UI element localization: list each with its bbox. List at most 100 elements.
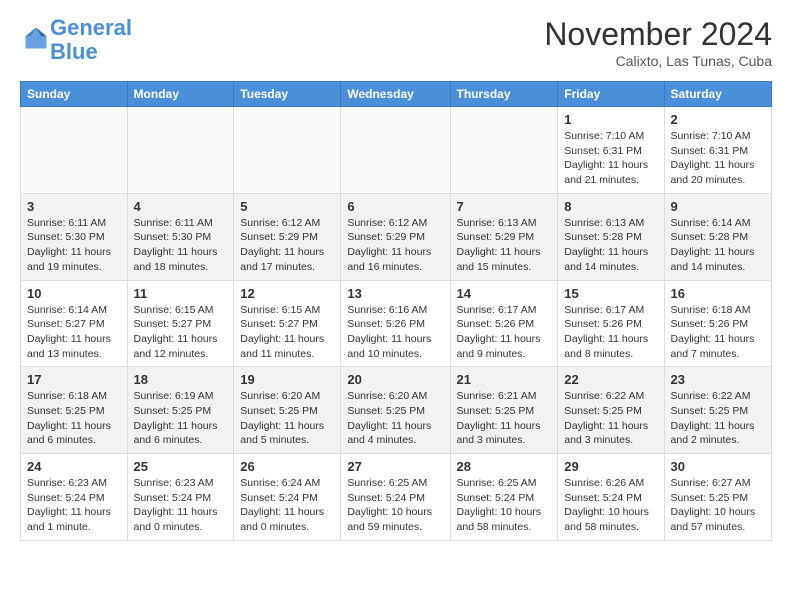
day-info: Sunrise: 6:25 AMSunset: 5:24 PMDaylight:… bbox=[347, 476, 443, 535]
day-number: 23 bbox=[671, 372, 765, 387]
calendar-cell: 1 Sunrise: 7:10 AMSunset: 6:31 PMDaylight… bbox=[558, 107, 664, 194]
calendar-header: Sunday Monday Tuesday Wednesday Thursday… bbox=[21, 82, 772, 107]
day-number: 2 bbox=[671, 112, 765, 127]
calendar-cell: 14 Sunrise: 6:17 AMSunset: 5:26 PMDayligh… bbox=[450, 280, 558, 367]
calendar-cell: 18 Sunrise: 6:19 AMSunset: 5:25 PMDayligh… bbox=[127, 367, 234, 454]
calendar-cell: 15Sunrise: 6:17 AMSunset: 5:26 PMDayligh… bbox=[558, 280, 664, 367]
calendar-cell: 9 Sunrise: 6:14 AMSunset: 5:28 PMDaylight… bbox=[664, 193, 771, 280]
day-number: 7 bbox=[457, 199, 552, 214]
calendar-week-4: 17Sunrise: 6:18 AMSunset: 5:25 PMDayligh… bbox=[21, 367, 772, 454]
day-info: Sunrise: 6:21 AMSunset: 5:25 PMDaylight:… bbox=[457, 389, 552, 448]
day-info: Sunrise: 6:24 AMSunset: 5:24 PMDaylight:… bbox=[240, 476, 334, 535]
calendar-cell: 5 Sunrise: 6:12 AMSunset: 5:29 PMDaylight… bbox=[234, 193, 341, 280]
calendar-cell: 27 Sunrise: 6:25 AMSunset: 5:24 PMDayligh… bbox=[341, 454, 450, 541]
day-info: Sunrise: 6:12 AMSunset: 5:29 PMDaylight:… bbox=[240, 216, 334, 275]
logo: General Blue bbox=[20, 16, 132, 64]
day-info: Sunrise: 6:11 AMSunset: 5:30 PMDaylight:… bbox=[134, 216, 228, 275]
calendar-cell: 24Sunrise: 6:23 AMSunset: 5:24 PMDayligh… bbox=[21, 454, 128, 541]
day-info: Sunrise: 6:18 AMSunset: 5:26 PMDaylight:… bbox=[671, 303, 765, 362]
calendar-week-5: 24Sunrise: 6:23 AMSunset: 5:24 PMDayligh… bbox=[21, 454, 772, 541]
header-wednesday: Wednesday bbox=[341, 82, 450, 107]
calendar-cell: 28 Sunrise: 6:25 AMSunset: 5:24 PMDayligh… bbox=[450, 454, 558, 541]
day-info: Sunrise: 6:11 AMSunset: 5:30 PMDaylight:… bbox=[27, 216, 121, 275]
day-number: 5 bbox=[240, 199, 334, 214]
calendar-cell: 6Sunrise: 6:12 AMSunset: 5:29 PMDaylight… bbox=[341, 193, 450, 280]
calendar-cell bbox=[234, 107, 341, 194]
day-info: Sunrise: 6:13 AMSunset: 5:29 PMDaylight:… bbox=[457, 216, 552, 275]
day-number: 15 bbox=[564, 286, 657, 301]
calendar-cell: 8 Sunrise: 6:13 AMSunset: 5:28 PMDaylight… bbox=[558, 193, 664, 280]
calendar-cell bbox=[341, 107, 450, 194]
logo-icon bbox=[22, 24, 50, 52]
calendar-table: Sunday Monday Tuesday Wednesday Thursday… bbox=[20, 81, 772, 541]
header-thursday: Thursday bbox=[450, 82, 558, 107]
header-sunday: Sunday bbox=[21, 82, 128, 107]
day-number: 13 bbox=[347, 286, 443, 301]
calendar-cell bbox=[127, 107, 234, 194]
calendar-cell bbox=[21, 107, 128, 194]
day-info: Sunrise: 6:17 AMSunset: 5:26 PMDaylight:… bbox=[457, 303, 552, 362]
calendar-cell: 2 Sunrise: 7:10 AMSunset: 6:31 PMDaylight… bbox=[664, 107, 771, 194]
header: General Blue November 2024 Calixto, Las … bbox=[20, 16, 772, 69]
header-saturday: Saturday bbox=[664, 82, 771, 107]
day-number: 9 bbox=[671, 199, 765, 214]
day-number: 8 bbox=[564, 199, 657, 214]
day-info: Sunrise: 6:20 AMSunset: 5:25 PMDaylight:… bbox=[240, 389, 334, 448]
calendar-cell bbox=[450, 107, 558, 194]
calendar-cell: 13 Sunrise: 6:16 AMSunset: 5:26 PMDayligh… bbox=[341, 280, 450, 367]
calendar-week-3: 10 Sunrise: 6:14 AMSunset: 5:27 PMDayligh… bbox=[21, 280, 772, 367]
day-info: Sunrise: 6:23 AMSunset: 5:24 PMDaylight:… bbox=[27, 476, 121, 535]
day-number: 11 bbox=[134, 286, 228, 301]
day-info: Sunrise: 6:14 AMSunset: 5:28 PMDaylight:… bbox=[671, 216, 765, 275]
day-info: Sunrise: 6:22 AMSunset: 5:25 PMDaylight:… bbox=[564, 389, 657, 448]
day-info: Sunrise: 6:26 AMSunset: 5:24 PMDaylight:… bbox=[564, 476, 657, 535]
header-monday: Monday bbox=[127, 82, 234, 107]
month-title: November 2024 bbox=[544, 16, 772, 53]
calendar-cell: 19Sunrise: 6:20 AMSunset: 5:25 PMDayligh… bbox=[234, 367, 341, 454]
day-number: 29 bbox=[564, 459, 657, 474]
day-info: Sunrise: 6:12 AMSunset: 5:29 PMDaylight:… bbox=[347, 216, 443, 275]
day-info: Sunrise: 6:27 AMSunset: 5:25 PMDaylight:… bbox=[671, 476, 765, 535]
calendar-cell: 21 Sunrise: 6:21 AMSunset: 5:25 PMDayligh… bbox=[450, 367, 558, 454]
calendar-cell: 25 Sunrise: 6:23 AMSunset: 5:24 PMDayligh… bbox=[127, 454, 234, 541]
day-number: 25 bbox=[134, 459, 228, 474]
day-info: Sunrise: 7:10 AMSunset: 6:31 PMDaylight:… bbox=[564, 129, 657, 188]
header-friday: Friday bbox=[558, 82, 664, 107]
day-info: Sunrise: 6:25 AMSunset: 5:24 PMDaylight:… bbox=[457, 476, 552, 535]
day-info: Sunrise: 6:13 AMSunset: 5:28 PMDaylight:… bbox=[564, 216, 657, 275]
day-number: 3 bbox=[27, 199, 121, 214]
day-info: Sunrise: 6:20 AMSunset: 5:25 PMDaylight:… bbox=[347, 389, 443, 448]
day-number: 12 bbox=[240, 286, 334, 301]
day-number: 14 bbox=[457, 286, 552, 301]
day-info: Sunrise: 6:18 AMSunset: 5:25 PMDaylight:… bbox=[27, 389, 121, 448]
day-number: 10 bbox=[27, 286, 121, 301]
calendar-week-1: 1 Sunrise: 7:10 AMSunset: 6:31 PMDaylight… bbox=[21, 107, 772, 194]
calendar-body: 1 Sunrise: 7:10 AMSunset: 6:31 PMDaylight… bbox=[21, 107, 772, 541]
calendar-cell: 10 Sunrise: 6:14 AMSunset: 5:27 PMDayligh… bbox=[21, 280, 128, 367]
day-info: Sunrise: 6:16 AMSunset: 5:26 PMDaylight:… bbox=[347, 303, 443, 362]
calendar-cell: 7 Sunrise: 6:13 AMSunset: 5:29 PMDaylight… bbox=[450, 193, 558, 280]
day-number: 28 bbox=[457, 459, 552, 474]
day-info: Sunrise: 7:10 AMSunset: 6:31 PMDaylight:… bbox=[671, 129, 765, 188]
day-number: 27 bbox=[347, 459, 443, 474]
day-number: 4 bbox=[134, 199, 228, 214]
calendar-cell: 16 Sunrise: 6:18 AMSunset: 5:26 PMDayligh… bbox=[664, 280, 771, 367]
day-info: Sunrise: 6:14 AMSunset: 5:27 PMDaylight:… bbox=[27, 303, 121, 362]
calendar-cell: 30Sunrise: 6:27 AMSunset: 5:25 PMDayligh… bbox=[664, 454, 771, 541]
day-info: Sunrise: 6:19 AMSunset: 5:25 PMDaylight:… bbox=[134, 389, 228, 448]
day-info: Sunrise: 6:15 AMSunset: 5:27 PMDaylight:… bbox=[134, 303, 228, 362]
calendar-cell: 26Sunrise: 6:24 AMSunset: 5:24 PMDayligh… bbox=[234, 454, 341, 541]
day-number: 16 bbox=[671, 286, 765, 301]
day-number: 21 bbox=[457, 372, 552, 387]
title-block: November 2024 Calixto, Las Tunas, Cuba bbox=[544, 16, 772, 69]
day-number: 20 bbox=[347, 372, 443, 387]
calendar-cell: 12Sunrise: 6:15 AMSunset: 5:27 PMDayligh… bbox=[234, 280, 341, 367]
day-info: Sunrise: 6:23 AMSunset: 5:24 PMDaylight:… bbox=[134, 476, 228, 535]
weekday-row: Sunday Monday Tuesday Wednesday Thursday… bbox=[21, 82, 772, 107]
logo-general: General bbox=[50, 15, 132, 40]
day-number: 18 bbox=[134, 372, 228, 387]
calendar-cell: 23Sunrise: 6:22 AMSunset: 5:25 PMDayligh… bbox=[664, 367, 771, 454]
calendar-cell: 20 Sunrise: 6:20 AMSunset: 5:25 PMDayligh… bbox=[341, 367, 450, 454]
calendar-cell: 22Sunrise: 6:22 AMSunset: 5:25 PMDayligh… bbox=[558, 367, 664, 454]
day-number: 1 bbox=[564, 112, 657, 127]
